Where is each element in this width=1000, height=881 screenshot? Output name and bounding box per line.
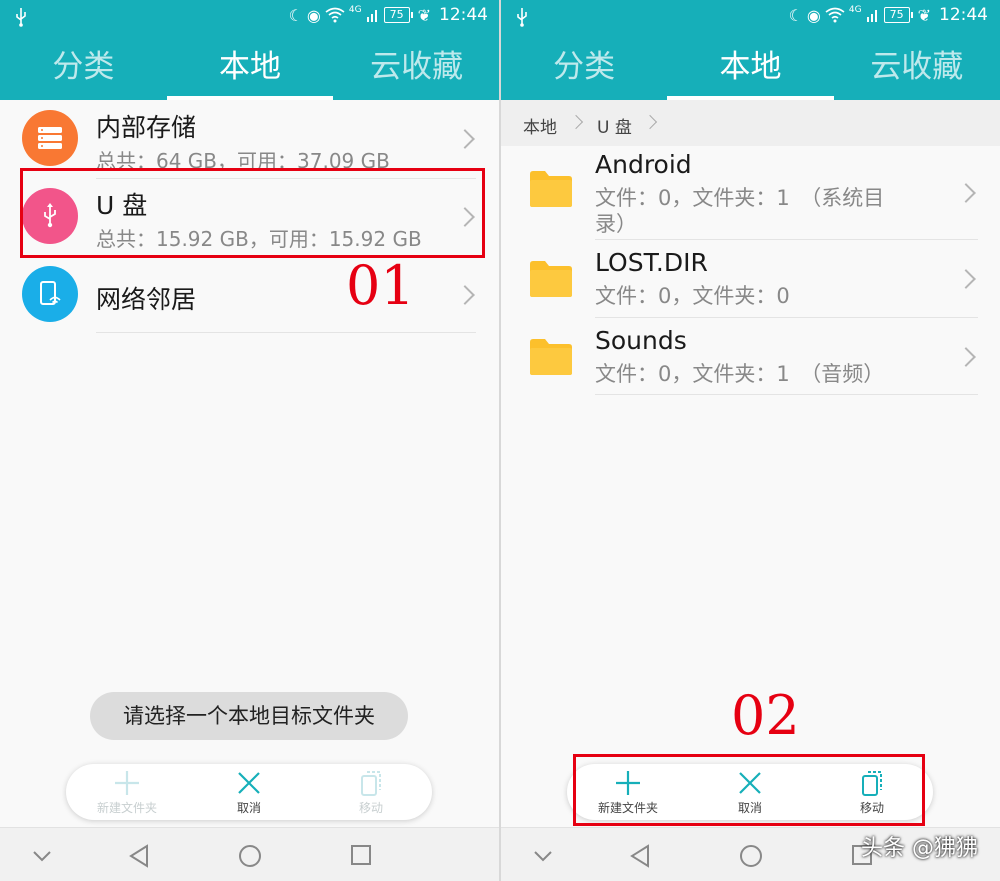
watermark: 头条 @狒狒 [861,836,978,861]
annotation-step-label: 01 [346,254,415,317]
battery-icon: 75 [883,7,913,23]
status-bar: ☾ ◉ 4G 75 ❦ 12:44 [0,0,500,34]
leaf-icon: ❦ [417,5,431,25]
chevron-right-icon [455,129,475,149]
folder-name: Sounds [595,326,687,355]
annotation-step-label: 02 [731,684,800,747]
recents-icon[interactable] [350,844,372,866]
network-neighbor-icon [22,266,78,322]
signal-icon [866,10,877,22]
back-icon[interactable] [128,844,150,868]
cancel-button[interactable]: 取消 [194,769,304,816]
navigation-bar [0,827,500,881]
status-time: 12:44 [439,5,488,25]
move-label: 移动 [358,800,383,815]
storage-item-network[interactable]: 网络邻居 [0,256,500,334]
moon-icon: ☾ [288,5,303,25]
signal-icon [366,10,377,22]
folder-name: Android [595,150,692,179]
eye-icon: ◉ [306,5,321,25]
storage-title: 网络邻居 [96,285,197,314]
folder-row-android[interactable]: Android 文件：0，文件夹：1 （系统目 录） [501,146,1000,240]
chevron-right-icon [956,183,976,203]
tab-bar: 分类 本地 云收藏 [0,34,500,100]
folder-icon [530,261,572,297]
tab-category[interactable]: 分类 [501,34,667,100]
usb-status-icon [16,8,26,27]
folder-meta: 文件：0，文件夹：1 （系统目 [595,186,885,210]
status-bar: ☾ ◉ 4G 75 ❦ 12:44 [501,0,1000,34]
wifi-icon [825,7,845,23]
divider [595,394,978,395]
action-bar: 新建文件夹 取消 移动 [66,764,432,820]
left-screenshot: ☾ ◉ 4G 75 ❦ 12:44 分类 本地 云收藏 内部存储 总共：64 G… [0,0,500,881]
plus-icon [115,770,139,795]
folder-icon [530,339,572,375]
eye-icon: ◉ [806,5,821,25]
breadcrumb: 本地 U 盘 [501,100,1000,146]
divider [96,332,476,333]
folder-icon [530,171,572,207]
hide-nav-icon[interactable] [32,850,52,862]
usb-status-icon [517,8,527,27]
tab-local[interactable]: 本地 [667,34,834,100]
home-icon[interactable] [739,844,763,868]
move-icon [361,770,381,796]
breadcrumb-local[interactable]: 本地 [523,113,557,138]
folder-meta: 文件：0，文件夹：1 （音频） [595,362,885,386]
right-screenshot: ☾ ◉ 4G 75 ❦ 12:44 分类 本地 云收藏 本地 U 盘 Andro… [501,0,1000,881]
storage-title: 内部存储 [96,113,197,142]
tab-category[interactable]: 分类 [0,34,167,100]
storage-item-internal[interactable]: 内部存储 总共：64 GB，可用：37.09 GB [0,100,500,178]
moon-icon: ☾ [788,5,803,25]
new-folder-label: 新建文件夹 [96,800,157,815]
status-time: 12:44 [939,5,988,25]
tab-bar: 分类 本地 云收藏 [501,34,1000,100]
tab-cloud[interactable]: 云收藏 [333,34,500,100]
network-type: 4G [348,5,362,15]
chevron-right-icon [568,114,584,130]
folder-meta: 录） [595,212,637,236]
folder-row-lostdir[interactable]: LOST.DIR 文件：0，文件夹：0 [501,240,1000,318]
leaf-icon: ❦ [917,5,931,25]
annotation-highlight-box [20,168,485,258]
chevron-right-icon [956,269,976,289]
annotation-highlight-box [573,754,925,826]
cancel-label: 取消 [236,800,261,815]
back-icon[interactable] [629,844,651,868]
close-icon [238,771,260,794]
move-button[interactable]: 移动 [316,769,426,816]
battery-icon: 75 [383,7,413,23]
toast-message: 请选择一个本地目标文件夹 [90,692,408,740]
wifi-icon [325,7,345,23]
chevron-right-icon [642,114,658,130]
new-folder-button[interactable]: 新建文件夹 [72,769,182,816]
tab-cloud[interactable]: 云收藏 [834,34,1000,100]
chevron-right-icon [956,347,976,367]
storage-icon [22,110,78,166]
hide-nav-icon[interactable] [533,850,553,862]
folder-row-sounds[interactable]: Sounds 文件：0，文件夹：1 （音频） [501,318,1000,396]
network-type: 4G [848,5,862,15]
tab-local[interactable]: 本地 [166,34,334,100]
chevron-right-icon [455,285,475,305]
breadcrumb-usb[interactable]: U 盘 [597,113,632,138]
folder-meta: 文件：0，文件夹：0 [595,284,790,308]
folder-name: LOST.DIR [595,248,708,277]
home-icon[interactable] [238,844,262,868]
